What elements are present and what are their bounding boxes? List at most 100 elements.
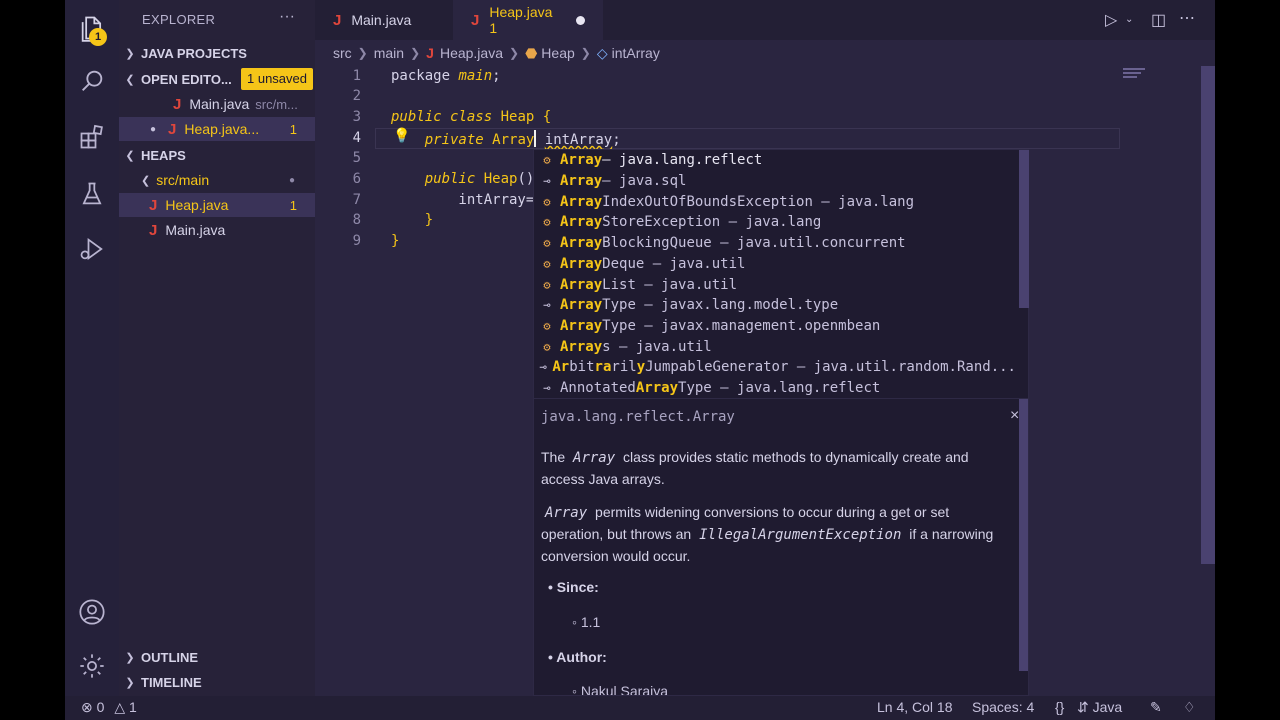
language-label: Java (1092, 699, 1123, 715)
file-path: src/m... (255, 96, 298, 112)
suggestion-text: Type – javax.lang.model.type (602, 297, 839, 314)
tree-file-main[interactable]: J Main.java (119, 218, 315, 242)
field-icon: ◇ (596, 44, 608, 61)
section-label: TIMELINE (141, 674, 202, 690)
details-code: Array (573, 450, 616, 466)
notifications-bell-icon[interactable]: ♢ (1183, 699, 1196, 716)
cursor-position[interactable]: Ln 4, Col 18 (877, 699, 953, 715)
lightbulb-icon[interactable]: 💡 (393, 128, 410, 144)
breadcrumb-field[interactable]: intArray (612, 45, 660, 61)
language-mode[interactable]: ⇵ Java (1077, 699, 1122, 716)
suggestion-item[interactable]: ⚙ Array StoreException – java.lang (534, 212, 1016, 233)
line-number: 4 (352, 130, 361, 146)
minimap[interactable] (1123, 66, 1213, 86)
breadcrumb-file[interactable]: Heap.java (440, 45, 503, 61)
more-actions-icon[interactable]: ··· (279, 8, 295, 26)
suggestion-item[interactable]: ⚙ Array Type – javax.management.openmbean (534, 316, 1016, 337)
suggestion-item[interactable]: ⊸ Array Type – javax.lang.model.type (534, 295, 1016, 316)
section-timeline[interactable]: ❯ TIMELINE (119, 670, 315, 694)
warning-icon: △ (114, 699, 126, 715)
suggestion-item[interactable]: ⚙ Array BlockingQueue – java.util.concurre… (534, 233, 1016, 254)
section-java-projects[interactable]: ❯ JAVA PROJECTS (119, 41, 315, 65)
more-actions-icon[interactable]: ⋯ (1179, 8, 1195, 28)
warning-count: 1 (128, 699, 137, 715)
tab-label: Heap.java 1 (489, 4, 553, 36)
unsaved-badge: 1 unsaved (241, 68, 313, 90)
class-icon: ⚙ (543, 339, 551, 354)
tab-heap-java[interactable]: J Heap.java 1 (453, 0, 603, 40)
run-dropdown-chevron-icon[interactable]: ⌄ (1125, 14, 1133, 25)
run-debug-icon[interactable] (76, 233, 108, 265)
code-token: main (458, 68, 493, 84)
suggestion-item[interactable]: ⚙ Array IndexOutOfBoundsException – java.l… (534, 191, 1016, 212)
split-editor-icon[interactable]: ◫ (1151, 10, 1166, 30)
suggestion-item[interactable]: ⊸ Array – java.sql (534, 171, 1016, 192)
testing-flask-icon[interactable] (76, 178, 108, 210)
code-line-4: private Array intArray; (391, 130, 621, 148)
breadcrumb-class[interactable]: Heap (541, 45, 574, 61)
suggestion-scrollbar[interactable] (1019, 150, 1029, 308)
class-icon: ⚙ (543, 236, 551, 251)
problem-count: 1 (289, 197, 297, 213)
section-heaps[interactable]: ❮ HEAPS (119, 143, 315, 167)
line-number: 1 (352, 68, 361, 84)
open-editor-heap[interactable]: ● J Heap.java... 1 (119, 117, 315, 141)
modified-dot-icon: ● (288, 174, 295, 186)
details-text: The (541, 449, 570, 465)
folder-src-main[interactable]: ❮ src/main ● (119, 168, 315, 192)
suggestion-item[interactable]: ⚙ Array s – java.util (534, 336, 1016, 357)
section-label: HEAPS (141, 147, 186, 163)
code-token: ; (492, 68, 501, 84)
chevron-right-icon: ❯ (357, 46, 368, 60)
language-status-icon[interactable]: {} (1055, 699, 1064, 715)
close-icon[interactable]: × (1010, 407, 1019, 425)
breadcrumb-src[interactable]: src (333, 45, 352, 61)
suggestion-item[interactable]: ⊸ Annotated Array Type – java.lang.reflect (534, 378, 1016, 399)
suggestion-match: Array (560, 173, 603, 190)
details-code: Array (545, 505, 588, 521)
extensions-icon[interactable] (76, 121, 108, 153)
activity-bar: 1 (65, 0, 119, 696)
chevron-right-icon: ❯ (580, 46, 591, 60)
account-icon[interactable] (76, 596, 108, 628)
section-label: OUTLINE (141, 649, 199, 665)
tab-main-java[interactable]: J Main.java (315, 0, 453, 40)
code-token: public (424, 171, 476, 187)
code-token: { (534, 109, 552, 125)
file-name: Heap.java (165, 197, 229, 213)
suggestion-match: Ar (552, 359, 570, 376)
suggestion-match: Array (560, 338, 603, 355)
vscode-window: 1 EXPLORER ··· ❯ JAVA PROJECTS ❮ OPEN ED (65, 0, 1215, 720)
breadcrumb-main[interactable]: main (374, 45, 404, 61)
class-icon: ⚙ (543, 318, 551, 333)
suggestion-match: Array (560, 193, 603, 210)
since-value: ◦ 1.1 (572, 614, 601, 630)
explorer-badge: 1 (89, 28, 107, 46)
line-number: 2 (352, 88, 361, 104)
sync-icon: ⇵ (1077, 699, 1089, 715)
indentation[interactable]: Spaces: 4 (972, 699, 1034, 715)
suggestion-text: – java.sql (602, 173, 687, 190)
run-icon[interactable]: ▷ (1105, 10, 1117, 30)
problems-indicator[interactable]: ⊗ 0 △ 1 (81, 699, 137, 716)
details-value: 1.1 (580, 614, 601, 630)
suggestion-item[interactable]: ⚙ Array Deque – java.util (534, 254, 1016, 275)
editor-scrollbar[interactable] (1201, 66, 1215, 564)
suggestion-item[interactable]: ⚙ Array List – java.util (534, 274, 1016, 295)
search-icon[interactable] (76, 65, 108, 97)
details-scrollbar[interactable] (1019, 399, 1028, 671)
suggestion-item[interactable]: ⊸ Ar bit ra ril y JumpableGenerator – java.uti… (534, 357, 1016, 378)
code-token: } (391, 212, 434, 228)
settings-gear-icon[interactable] (76, 650, 108, 682)
suggestion-item[interactable]: ⚙ Array – java.lang.reflect (534, 150, 1016, 171)
suggestion-text: StoreException – java.lang (602, 214, 822, 231)
open-editor-main[interactable]: J Main.java src/m... (119, 92, 315, 116)
suggestion-text: Type – javax.management.openmbean (602, 317, 881, 334)
feedback-icon[interactable]: ✎ (1150, 699, 1162, 716)
tree-file-heap[interactable]: J Heap.java 1 (119, 193, 315, 217)
details-label: Author: (556, 649, 607, 665)
suggestion-text: Deque – java.util (602, 255, 746, 272)
unsaved-dot-icon[interactable] (576, 15, 585, 25)
breadcrumb: src ❯ main ❯ J Heap.java ❯ ⬣ Heap ❯ ◇ in… (315, 40, 1215, 66)
section-outline[interactable]: ❯ OUTLINE (119, 645, 315, 669)
